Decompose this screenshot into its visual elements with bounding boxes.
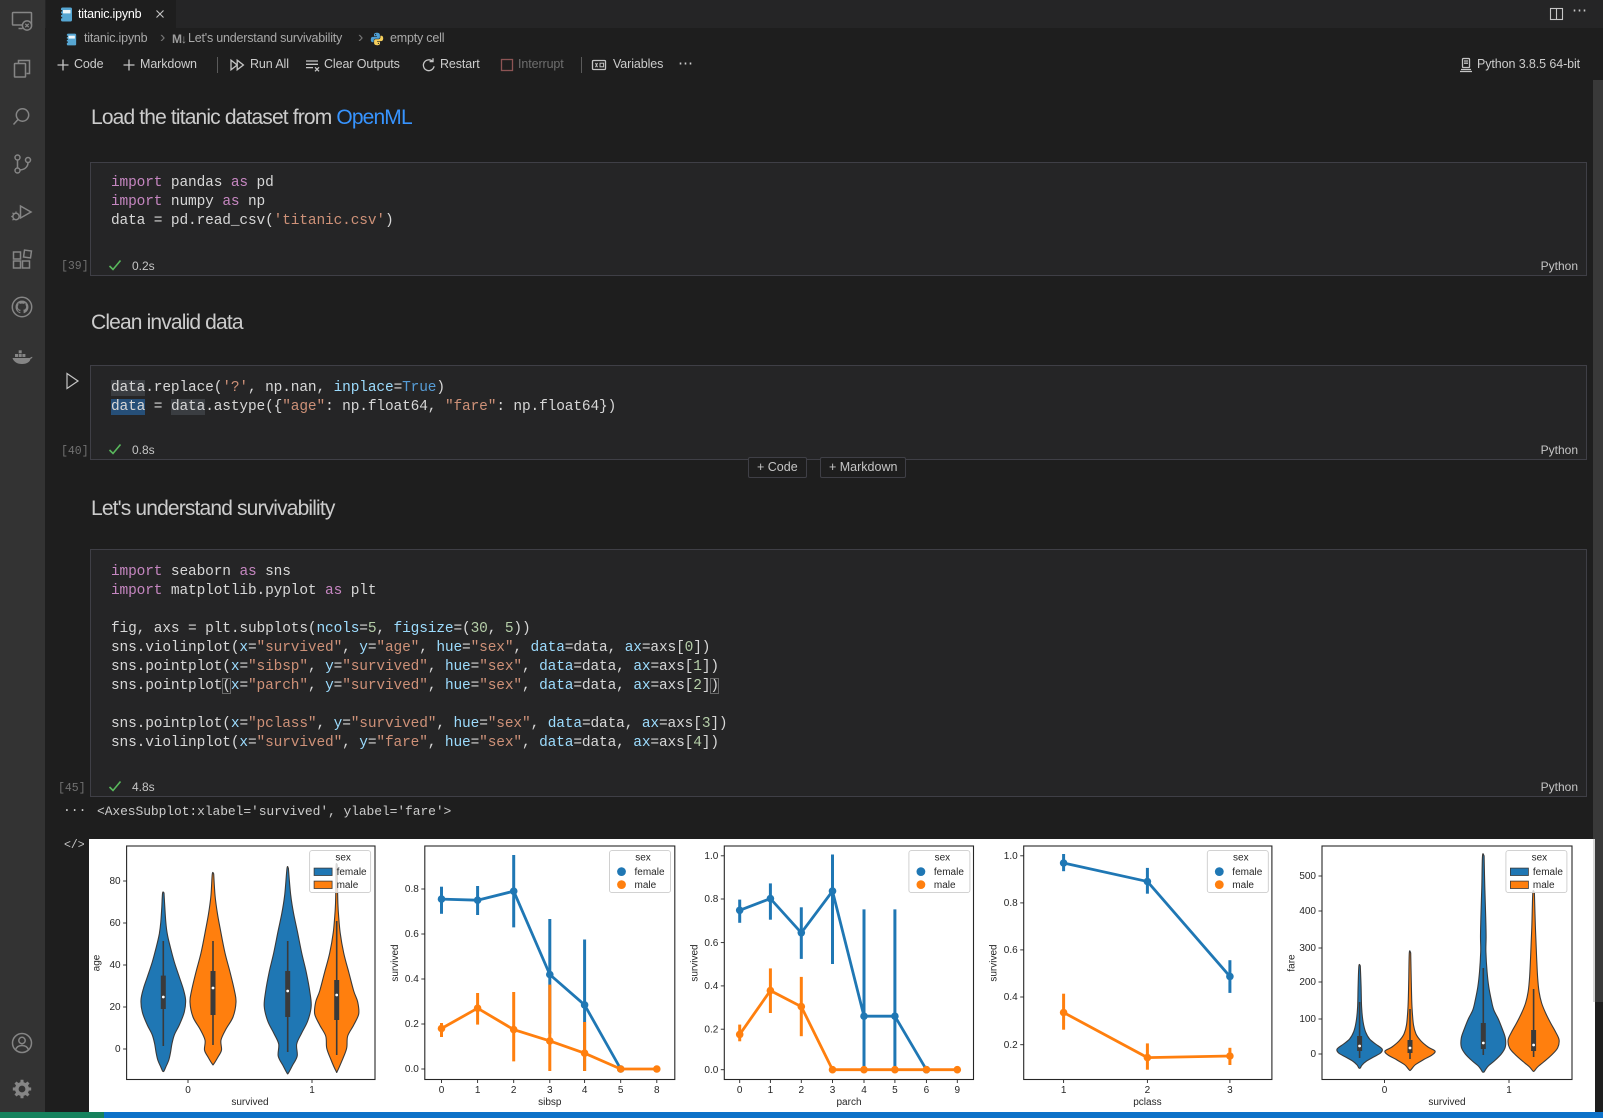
svg-text:female: female xyxy=(1232,867,1262,878)
svg-text:0.8: 0.8 xyxy=(704,894,718,905)
svg-text:male: male xyxy=(1232,880,1254,891)
svg-text:6: 6 xyxy=(924,1085,930,1096)
svg-text:0.4: 0.4 xyxy=(704,981,718,992)
svg-text:male: male xyxy=(635,880,657,891)
svg-text:1.0: 1.0 xyxy=(1004,851,1018,862)
svg-text:2: 2 xyxy=(799,1085,805,1096)
svg-text:20: 20 xyxy=(109,1002,121,1013)
svg-text:parch: parch xyxy=(836,1097,861,1108)
svg-text:0: 0 xyxy=(439,1085,445,1096)
svg-text:0: 0 xyxy=(1310,1049,1316,1060)
svg-text:5: 5 xyxy=(618,1085,624,1096)
svg-text:0.0: 0.0 xyxy=(704,1065,718,1076)
svg-text:2: 2 xyxy=(511,1085,517,1096)
svg-text:survived: survived xyxy=(231,1097,268,1108)
svg-text:0.8: 0.8 xyxy=(405,884,419,895)
svg-text:5: 5 xyxy=(892,1085,898,1096)
svg-text:sex: sex xyxy=(1532,853,1548,864)
svg-text:female: female xyxy=(1533,867,1563,878)
svg-text:0.6: 0.6 xyxy=(405,929,419,940)
svg-text:0: 0 xyxy=(737,1085,743,1096)
svg-text:sex: sex xyxy=(635,853,651,864)
svg-text:9: 9 xyxy=(955,1085,961,1096)
svg-text:sex: sex xyxy=(335,853,351,864)
svg-text:0.6: 0.6 xyxy=(1004,945,1018,956)
svg-text:100: 100 xyxy=(1299,1014,1316,1025)
svg-text:3: 3 xyxy=(830,1085,836,1096)
svg-text:1: 1 xyxy=(1506,1085,1512,1096)
svg-text:300: 300 xyxy=(1299,943,1316,954)
svg-text:0: 0 xyxy=(115,1044,121,1055)
svg-text:40: 40 xyxy=(109,960,121,971)
svg-text:0.0: 0.0 xyxy=(405,1064,419,1075)
svg-text:0.2: 0.2 xyxy=(704,1024,718,1035)
svg-text:survived: survived xyxy=(390,944,401,981)
svg-text:sibsp: sibsp xyxy=(538,1097,562,1108)
svg-text:sex: sex xyxy=(935,853,951,864)
svg-text:0.8: 0.8 xyxy=(1004,898,1018,909)
svg-text:0: 0 xyxy=(1382,1085,1388,1096)
svg-text:2: 2 xyxy=(1145,1085,1151,1096)
svg-text:male: male xyxy=(934,880,956,891)
svg-text:80: 80 xyxy=(109,876,121,887)
svg-text:0.2: 0.2 xyxy=(1004,1040,1018,1051)
svg-text:fare: fare xyxy=(1286,954,1297,972)
svg-text:female: female xyxy=(337,867,367,878)
svg-text:3: 3 xyxy=(1227,1085,1233,1096)
svg-text:1: 1 xyxy=(1061,1085,1067,1096)
svg-text:female: female xyxy=(934,867,964,878)
svg-text:female: female xyxy=(635,867,665,878)
svg-text:1: 1 xyxy=(768,1085,774,1096)
svg-text:survived: survived xyxy=(1428,1097,1465,1108)
svg-text:60: 60 xyxy=(109,918,121,929)
svg-text:0.2: 0.2 xyxy=(405,1019,419,1030)
svg-text:1: 1 xyxy=(475,1085,481,1096)
svg-text:0.6: 0.6 xyxy=(704,938,718,949)
svg-text:4: 4 xyxy=(582,1085,588,1096)
svg-text:age: age xyxy=(92,954,103,971)
svg-text:400: 400 xyxy=(1299,906,1316,917)
svg-text:500: 500 xyxy=(1299,871,1316,882)
svg-text:4: 4 xyxy=(861,1085,867,1096)
svg-text:survived: survived xyxy=(689,944,700,981)
svg-text:3: 3 xyxy=(547,1085,553,1096)
svg-text:pclass: pclass xyxy=(1133,1097,1161,1108)
svg-text:0: 0 xyxy=(185,1085,191,1096)
svg-text:1.0: 1.0 xyxy=(704,851,718,862)
svg-text:survived: survived xyxy=(989,944,1000,981)
svg-text:0.4: 0.4 xyxy=(405,974,419,985)
svg-text:1: 1 xyxy=(309,1085,315,1096)
svg-text:8: 8 xyxy=(654,1085,660,1096)
svg-text:0.4: 0.4 xyxy=(1004,992,1018,1003)
svg-text:200: 200 xyxy=(1299,977,1316,988)
svg-text:male: male xyxy=(337,880,359,891)
svg-text:male: male xyxy=(1533,880,1555,891)
svg-text:sex: sex xyxy=(1233,853,1249,864)
